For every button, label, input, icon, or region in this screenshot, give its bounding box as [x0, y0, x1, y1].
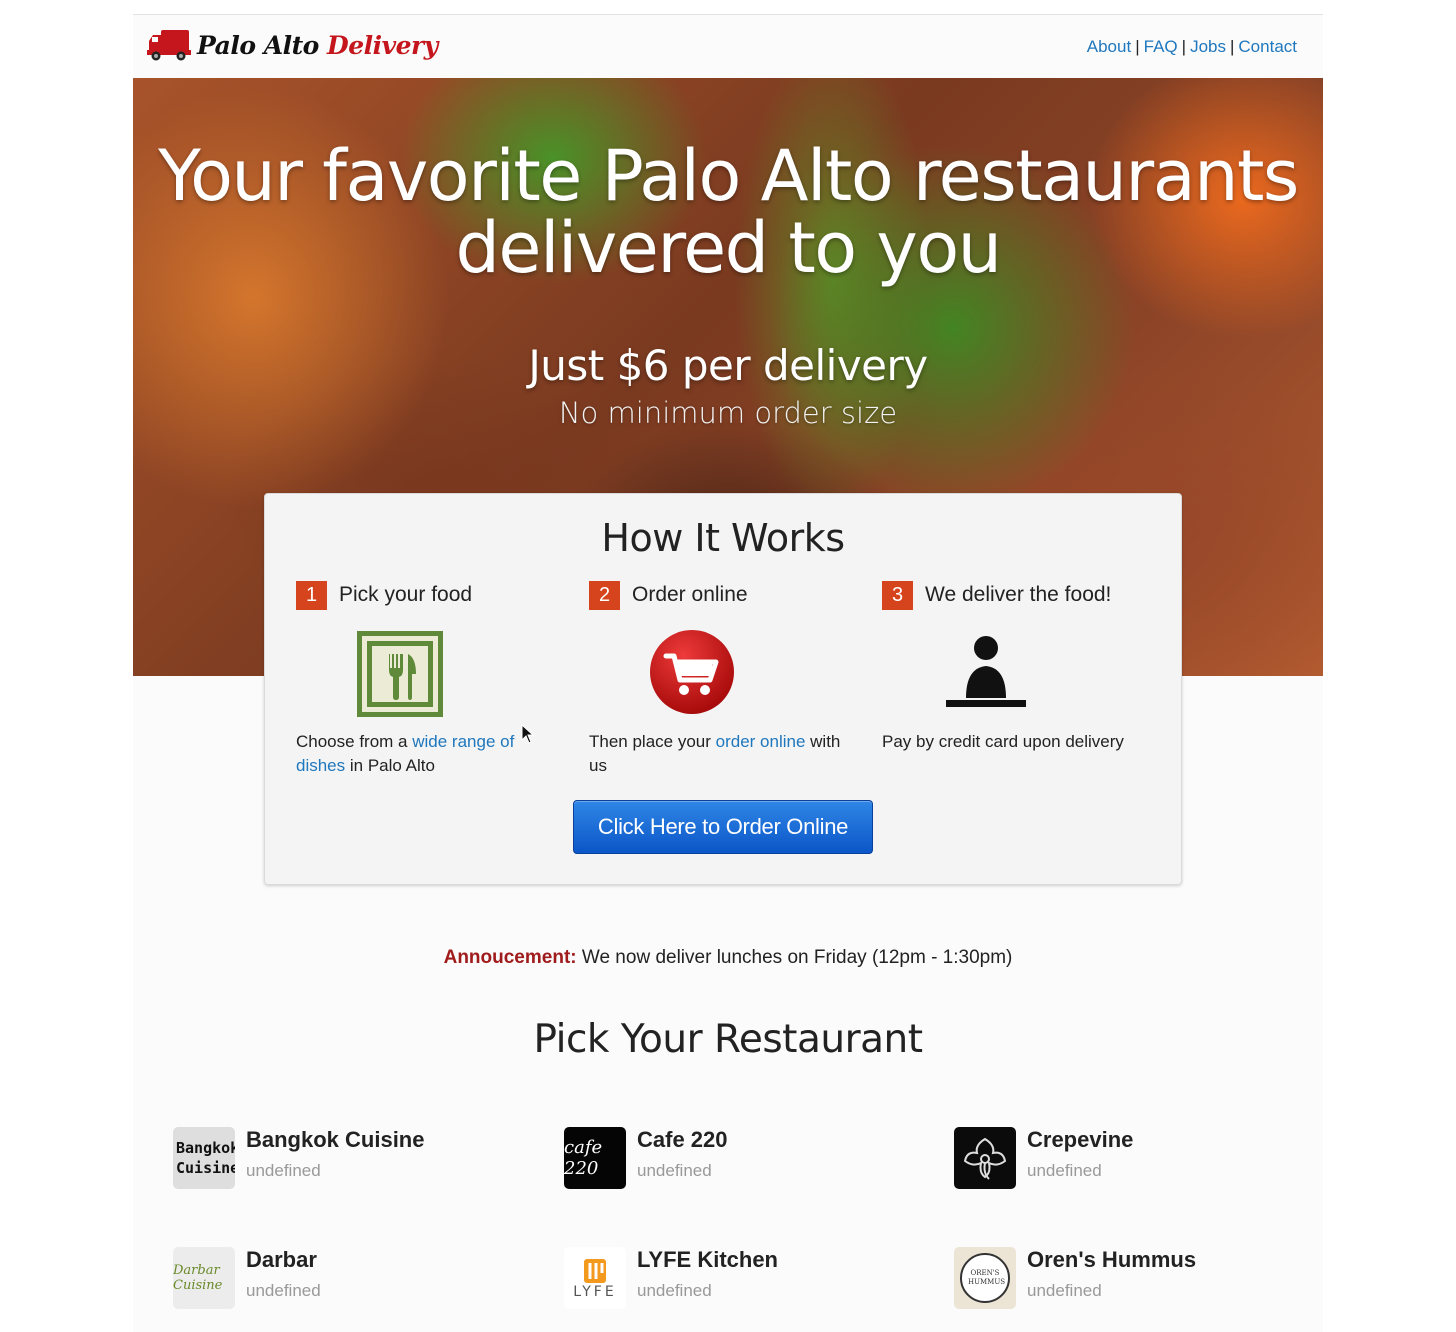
- hero-title-line1: Your favorite Palo Alto restaurants: [158, 135, 1299, 217]
- how-it-works-card: How It Works 1 Pick your food Choose fro…: [264, 493, 1182, 885]
- logo-text: OREN'S HUMMUS: [968, 1269, 1006, 1286]
- step-number-badge: 1: [296, 580, 327, 610]
- step-2: 2 Order online Then place your order onl…: [589, 580, 859, 775]
- restaurant-name[interactable]: Darbar: [246, 1247, 317, 1273]
- step-1: 1 Pick your food Choose from a wide rang…: [296, 580, 566, 775]
- cafe-220-logo: cafe 220: [564, 1127, 626, 1189]
- logo-badge: OREN'S HUMMUS: [960, 1253, 1010, 1303]
- nav-about-link[interactable]: About: [1087, 37, 1131, 56]
- restaurant-subtitle: undefined: [1027, 1281, 1102, 1300]
- step-3: 3 We deliver the food! Pay by credit car…: [882, 580, 1152, 751]
- logo-text: Bangkok Cuisine: [176, 1139, 235, 1177]
- mouse-cursor-icon: [521, 724, 535, 744]
- announcement-label: Annoucement:: [443, 947, 577, 968]
- nav-faq-link[interactable]: FAQ: [1144, 37, 1178, 56]
- truck-icon: [147, 30, 191, 61]
- order-online-button[interactable]: Click Here to Order Online: [573, 800, 873, 854]
- restaurant-item[interactable]: Crepevine undefined: [954, 1127, 1314, 1189]
- restaurant-subtitle: undefined: [637, 1281, 712, 1300]
- restaurant-item[interactable]: Darbar Cuisine Darbar undefined: [173, 1247, 533, 1309]
- top-nav: About | FAQ | Jobs | Contact: [1087, 37, 1297, 57]
- vine-leaf-icon: [963, 1137, 1007, 1180]
- nav-separator: |: [1135, 37, 1140, 56]
- logo-text: LYFE: [573, 1284, 617, 1300]
- announcement-text: We now deliver lunches on Friday (12pm -…: [576, 947, 1013, 968]
- pick-restaurant-title: Pick Your Restaurant: [533, 1017, 923, 1062]
- restaurant-name[interactable]: Bangkok Cuisine: [246, 1127, 424, 1153]
- logo-text: Palo Alto Delivery: [197, 31, 438, 60]
- logo-text-part2: Delivery: [327, 30, 438, 60]
- restaurant-item[interactable]: OREN'S HUMMUS Oren's Hummus undefined: [954, 1247, 1314, 1309]
- restaurant-subtitle: undefined: [246, 1281, 321, 1300]
- hero-title-line2: delivered to you: [455, 207, 1002, 289]
- restaurant-subtitle: undefined: [637, 1161, 712, 1180]
- order-online-link[interactable]: order online: [716, 732, 806, 751]
- step-description: Then place your order online with us: [589, 730, 851, 778]
- restaurant-subtitle: undefined: [1027, 1161, 1102, 1180]
- fork-knife-icon: [357, 631, 443, 717]
- hero-price: Just $6 per delivery: [528, 341, 928, 390]
- logo-text: cafe 220: [564, 1137, 603, 1179]
- bangkok-cuisine-logo: Bangkok Cuisine: [173, 1127, 235, 1189]
- step-desc-text: in Palo Alto: [345, 756, 435, 775]
- restaurant-item[interactable]: LYFE LYFE Kitchen undefined: [564, 1247, 924, 1309]
- lyfe-mark-icon: [584, 1259, 606, 1283]
- step-desc-text: Then place your: [589, 732, 716, 751]
- darbar-logo: Darbar Cuisine: [173, 1247, 235, 1309]
- restaurant-item[interactable]: cafe 220 Cafe 220 undefined: [564, 1127, 924, 1189]
- nav-separator: |: [1229, 37, 1235, 56]
- logo-text: Darbar Cuisine: [173, 1263, 223, 1293]
- shopping-cart-icon: [650, 630, 734, 714]
- page: Palo Alto Delivery About | FAQ | Jobs | Contac…: [133, 14, 1323, 1332]
- hero-title: Your favorite Palo Alto restaurants deli…: [133, 140, 1323, 284]
- nav-jobs-link[interactable]: Jobs: [1190, 37, 1226, 56]
- announcement: Annoucement: We now deliver lunches on F…: [133, 947, 1323, 969]
- crepevine-logo: [954, 1127, 1016, 1189]
- site-logo[interactable]: Palo Alto Delivery: [147, 25, 438, 65]
- step-number-badge: 3: [882, 580, 913, 610]
- nav-contact-link[interactable]: Contact: [1238, 37, 1297, 56]
- restaurant-name[interactable]: LYFE Kitchen: [637, 1247, 778, 1273]
- restaurant-name[interactable]: Cafe 220: [637, 1127, 728, 1153]
- hero-subtitle: No minimum order size: [558, 396, 898, 430]
- how-it-works-title: How It Works: [601, 516, 845, 560]
- step-desc-text: Choose from a: [296, 732, 413, 751]
- step-desc-text: Pay by credit card upon delivery: [882, 732, 1124, 751]
- restaurant-item[interactable]: Bangkok Cuisine Bangkok Cuisine undefine…: [173, 1127, 533, 1189]
- step-title: We deliver the food!: [925, 583, 1112, 606]
- step-number-badge: 2: [589, 580, 620, 610]
- header: Palo Alto Delivery About | FAQ | Jobs | Contac…: [133, 15, 1323, 78]
- person-icon: [946, 636, 1026, 707]
- orens-hummus-logo: OREN'S HUMMUS: [954, 1247, 1016, 1309]
- step-description: Choose from a wide range of dishes in Pa…: [296, 730, 558, 778]
- step-title: Pick your food: [339, 583, 473, 606]
- nav-separator: |: [1181, 37, 1187, 56]
- restaurant-name[interactable]: Oren's Hummus: [1027, 1247, 1196, 1273]
- restaurant-name[interactable]: Crepevine: [1027, 1127, 1133, 1153]
- lyfe-kitchen-logo: LYFE: [564, 1247, 626, 1309]
- restaurant-subtitle: undefined: [246, 1161, 321, 1180]
- step-title: Order online: [632, 583, 748, 606]
- step-description: Pay by credit card upon delivery: [882, 730, 1144, 754]
- logo-text-part1: Palo Alto: [197, 30, 319, 60]
